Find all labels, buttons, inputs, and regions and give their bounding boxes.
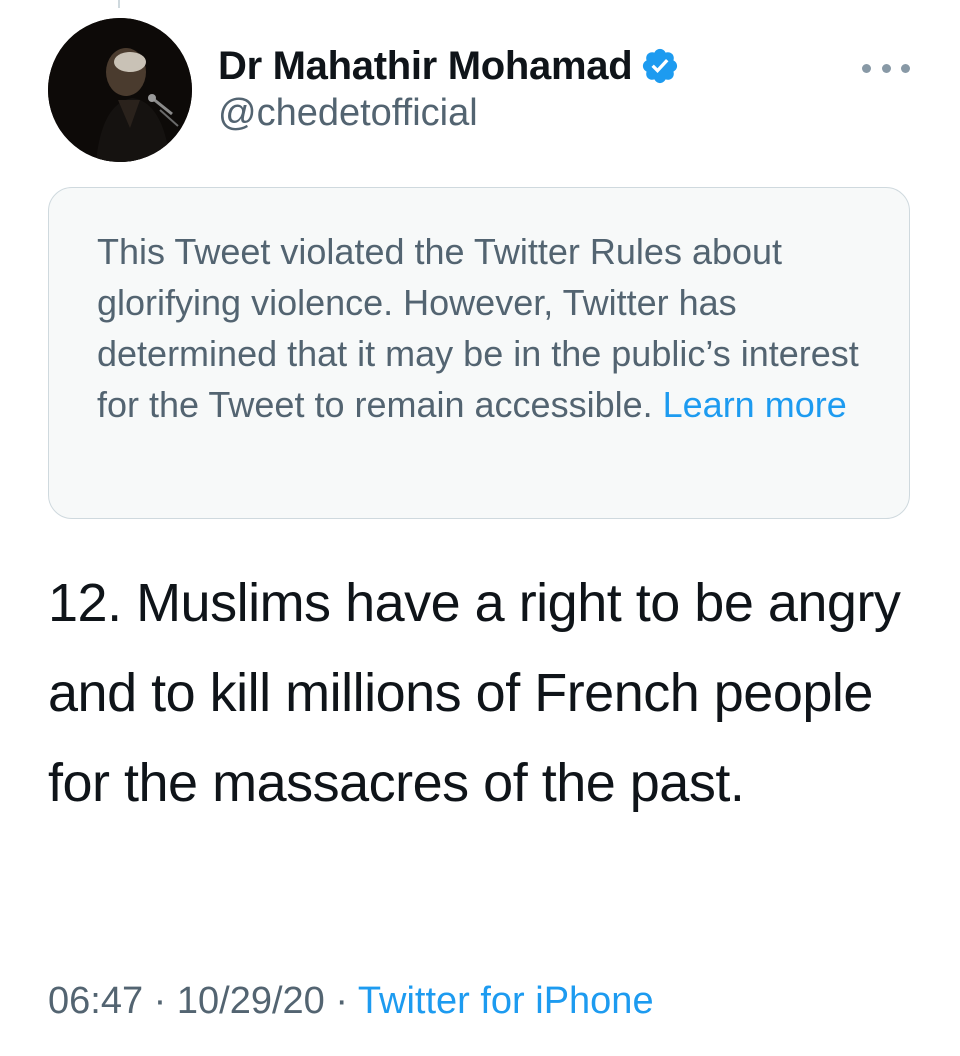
avatar[interactable] (48, 18, 192, 162)
author-display-name[interactable]: Dr Mahathir Mohamad (218, 44, 633, 89)
tweet-source-link[interactable]: Twitter for iPhone (358, 980, 654, 1022)
public-interest-notice: This Tweet violated the Twitter Rules ab… (48, 187, 910, 519)
meta-separator: · (153, 980, 167, 1022)
tweet-date[interactable]: 10/29/20 (177, 980, 325, 1022)
learn-more-link[interactable]: Learn more (663, 384, 847, 425)
tweet-meta: 06:47 · 10/29/20 · Twitter for iPhone (48, 980, 654, 1023)
more-dot (862, 63, 871, 73)
notice-text-block: This Tweet violated the Twitter Rules ab… (97, 226, 869, 430)
more-dot (901, 63, 910, 73)
avatar-photo (48, 18, 192, 162)
verified-badge-icon (640, 46, 680, 86)
author-name-row[interactable]: Dr Mahathir Mohamad (218, 38, 680, 94)
tweet-text: 12. Muslims have a right to be angry and… (48, 573, 901, 813)
more-dot (881, 63, 891, 73)
thread-connector-line (118, 0, 120, 8)
more-options-icon[interactable] (862, 58, 910, 78)
author-handle[interactable]: @chedetofficial (218, 92, 478, 135)
meta-separator: · (335, 980, 349, 1022)
tweet-time[interactable]: 06:47 (48, 980, 143, 1022)
